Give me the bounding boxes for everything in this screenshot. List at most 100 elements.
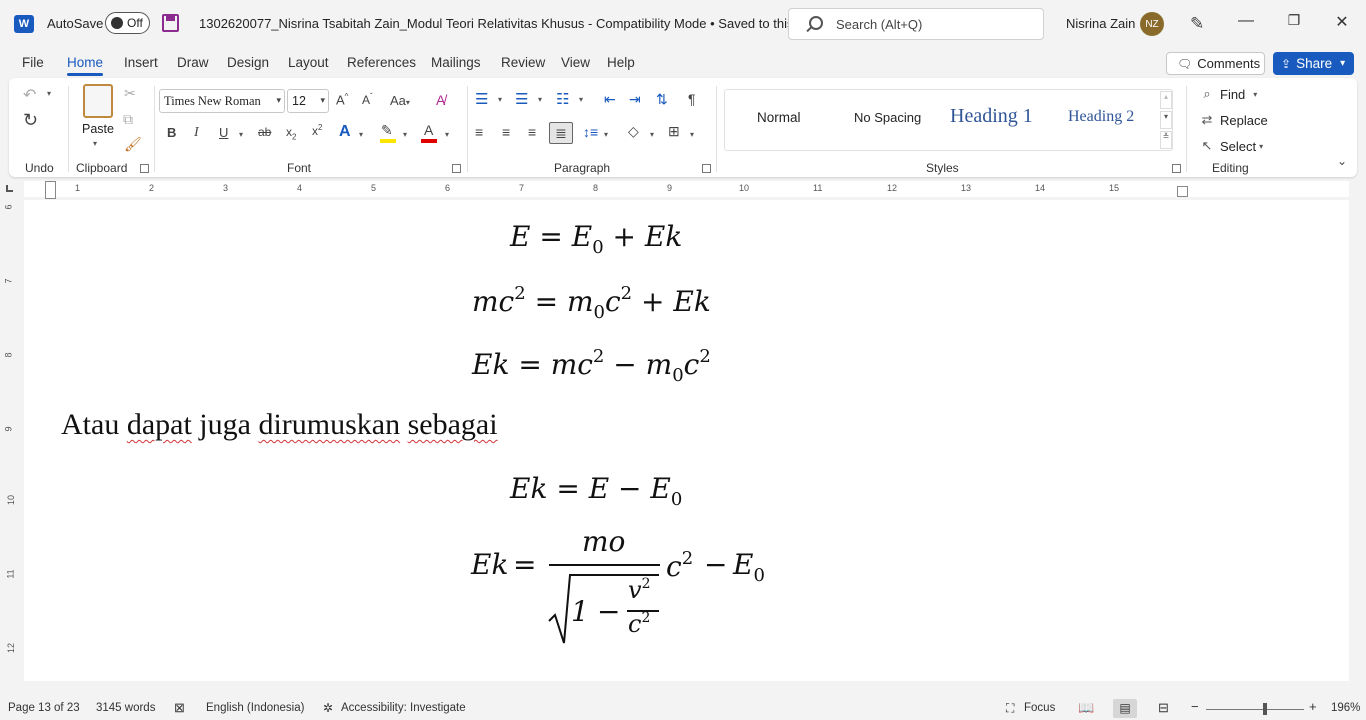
zoom-slider-track[interactable] [1206,709,1304,710]
misspelled-word[interactable]: sebagai [408,408,498,441]
minimize-button[interactable]: — [1231,12,1261,30]
user-name[interactable]: Nisrina Zain [1066,16,1135,31]
style-heading-1[interactable]: Heading 1 [950,105,1033,128]
bold-icon[interactable]: B [167,125,176,140]
superscript-icon[interactable]: x2 [312,123,322,138]
paste-label[interactable]: Paste [82,122,114,136]
tab-review[interactable]: Review [501,55,545,70]
chevron-down-icon[interactable]: ▾ [498,95,502,104]
focus-button[interactable]: Focus [1024,702,1055,714]
style-heading-2[interactable]: Heading 2 [1068,108,1134,126]
horizontal-ruler[interactable]: 1 2 3 4 5 6 7 8 9 10 11 12 13 14 15 [0,181,1366,199]
grow-font-icon[interactable]: A^ [336,92,348,107]
copy-icon[interactable]: ⧉ [123,111,133,128]
numbering-icon[interactable]: ☰ [515,90,528,108]
highlight-icon[interactable]: ✎ [381,122,393,139]
search-box[interactable]: Search (Alt+Q) [788,8,1044,40]
tab-file[interactable]: File [22,55,44,70]
font-name-select[interactable]: Times New Roman ▾ [159,89,285,113]
align-left-icon[interactable]: ≡ [475,124,483,140]
comments-button[interactable]: 🗨 Comments [1166,52,1265,75]
font-color-icon[interactable]: A [424,122,433,138]
tab-help[interactable]: Help [607,55,635,70]
chevron-down-icon[interactable]: ▾ [403,130,407,139]
styles-scroll-down-icon[interactable]: ▾ [1160,111,1172,129]
bullets-icon[interactable]: ☰ [475,90,488,108]
find-button[interactable]: ⌕ Find ▾ [1199,86,1257,102]
align-center-icon[interactable]: ≡ [502,124,510,140]
web-layout-icon[interactable]: ⊟ [1158,700,1169,716]
underline-icon[interactable]: U [219,125,228,140]
clear-formatting-icon[interactable]: A̸ [436,92,445,108]
maximize-button[interactable]: ❐ [1279,12,1309,29]
shading-icon[interactable]: ◇ [628,123,639,140]
equation-total-energy[interactable]: E = E0 + Ek [510,220,682,258]
equation-kinetic-energy[interactable]: Ek = mc2 − m0c2 [472,346,711,386]
proofing-icon[interactable]: ⊠ [174,700,185,716]
document-title[interactable]: 1302620077_Nisrina Tsabitah Zain_Modul T… [199,16,829,32]
word-count[interactable]: 3145 words [96,702,155,714]
zoom-out-icon[interactable]: − [1191,699,1199,714]
italic-icon[interactable]: I [194,125,199,141]
justify-icon[interactable]: ≣ [549,122,573,144]
chevron-down-icon[interactable]: ▾ [239,130,243,139]
styles-more-icon[interactable]: ≚ [1160,131,1172,149]
zoom-in-icon[interactable]: + [1309,699,1317,714]
share-button[interactable]: ⇪ Share ▾ [1273,52,1354,75]
cut-icon[interactable]: ✂ [124,85,136,102]
redo-icon[interactable]: ↻ [23,110,38,131]
tab-layout[interactable]: Layout [288,55,329,70]
tab-design[interactable]: Design [227,55,269,70]
close-button[interactable]: ✕ [1327,12,1357,32]
chevron-down-icon[interactable]: ▾ [690,130,694,139]
avatar[interactable]: NZ [1140,12,1164,36]
text-effects-icon[interactable]: A [339,123,351,141]
read-mode-icon[interactable]: 📖 [1078,700,1094,716]
dialog-launcher-icon[interactable] [140,164,149,173]
chevron-down-icon[interactable]: ▾ [650,130,654,139]
tab-mailings[interactable]: Mailings [431,55,481,70]
format-painter-icon[interactable]: 🖌 [124,136,142,153]
chevron-down-icon[interactable]: ▾ [93,139,97,148]
paragraph-text[interactable]: Atau dapat juga dirumuskan sebagai [61,408,498,442]
accessibility-status[interactable]: Accessibility: Investigate [341,702,466,714]
indent-marker[interactable] [45,181,56,199]
borders-icon[interactable]: ⊞ [668,123,680,140]
designer-pen-icon[interactable]: ✎ [1190,14,1204,34]
shrink-font-icon[interactable]: Aˇ [362,92,373,107]
sort-icon[interactable]: ⇅ [656,91,668,108]
multilevel-list-icon[interactable]: ☷ [556,90,569,108]
chevron-down-icon[interactable]: ▾ [604,130,608,139]
align-right-icon[interactable]: ≡ [528,124,536,140]
font-size-select[interactable]: 12 ▾ [287,89,329,113]
styles-scroll-up-icon[interactable]: ▴ [1160,91,1172,109]
undo-icon[interactable]: ↶ [23,85,36,105]
zoom-slider-thumb[interactable] [1263,703,1267,715]
zoom-level[interactable]: 196% [1331,702,1360,714]
dialog-launcher-icon[interactable] [1172,164,1181,173]
save-icon[interactable] [162,14,179,32]
tab-references[interactable]: References [347,55,416,70]
tab-draw[interactable]: Draw [177,55,209,70]
misspelled-word[interactable]: dapat [127,408,192,441]
dialog-launcher-icon[interactable] [452,164,461,173]
change-case-icon[interactable]: Aa▾ [390,93,410,108]
paste-icon[interactable] [83,84,113,118]
tab-home[interactable]: Home [67,55,104,76]
collapse-ribbon-icon[interactable]: ⌄ [1337,154,1347,168]
strikethrough-icon[interactable]: ab [258,125,271,139]
replace-button[interactable]: ⇄ Replace [1199,112,1268,128]
language-indicator[interactable]: English (Indonesia) [206,702,304,714]
autosave-toggle[interactable]: Off [105,12,150,34]
tab-selector-icon[interactable] [6,185,13,192]
tab-view[interactable]: View [561,55,590,70]
chevron-down-icon[interactable]: ▾ [47,89,51,98]
chevron-down-icon[interactable]: ▾ [445,130,449,139]
misspelled-word[interactable]: dirumuskan [258,408,400,441]
vertical-ruler[interactable]: 6 7 8 9 10 11 12 [0,200,22,700]
page-indicator[interactable]: Page 13 of 23 [8,702,80,714]
style-no-spacing[interactable]: No Spacing [854,110,921,125]
equation-kinetic-energy-difference[interactable]: Ek = E − E0 [510,472,682,510]
right-indent-marker[interactable] [1177,186,1188,197]
chevron-down-icon[interactable]: ▾ [579,95,583,104]
